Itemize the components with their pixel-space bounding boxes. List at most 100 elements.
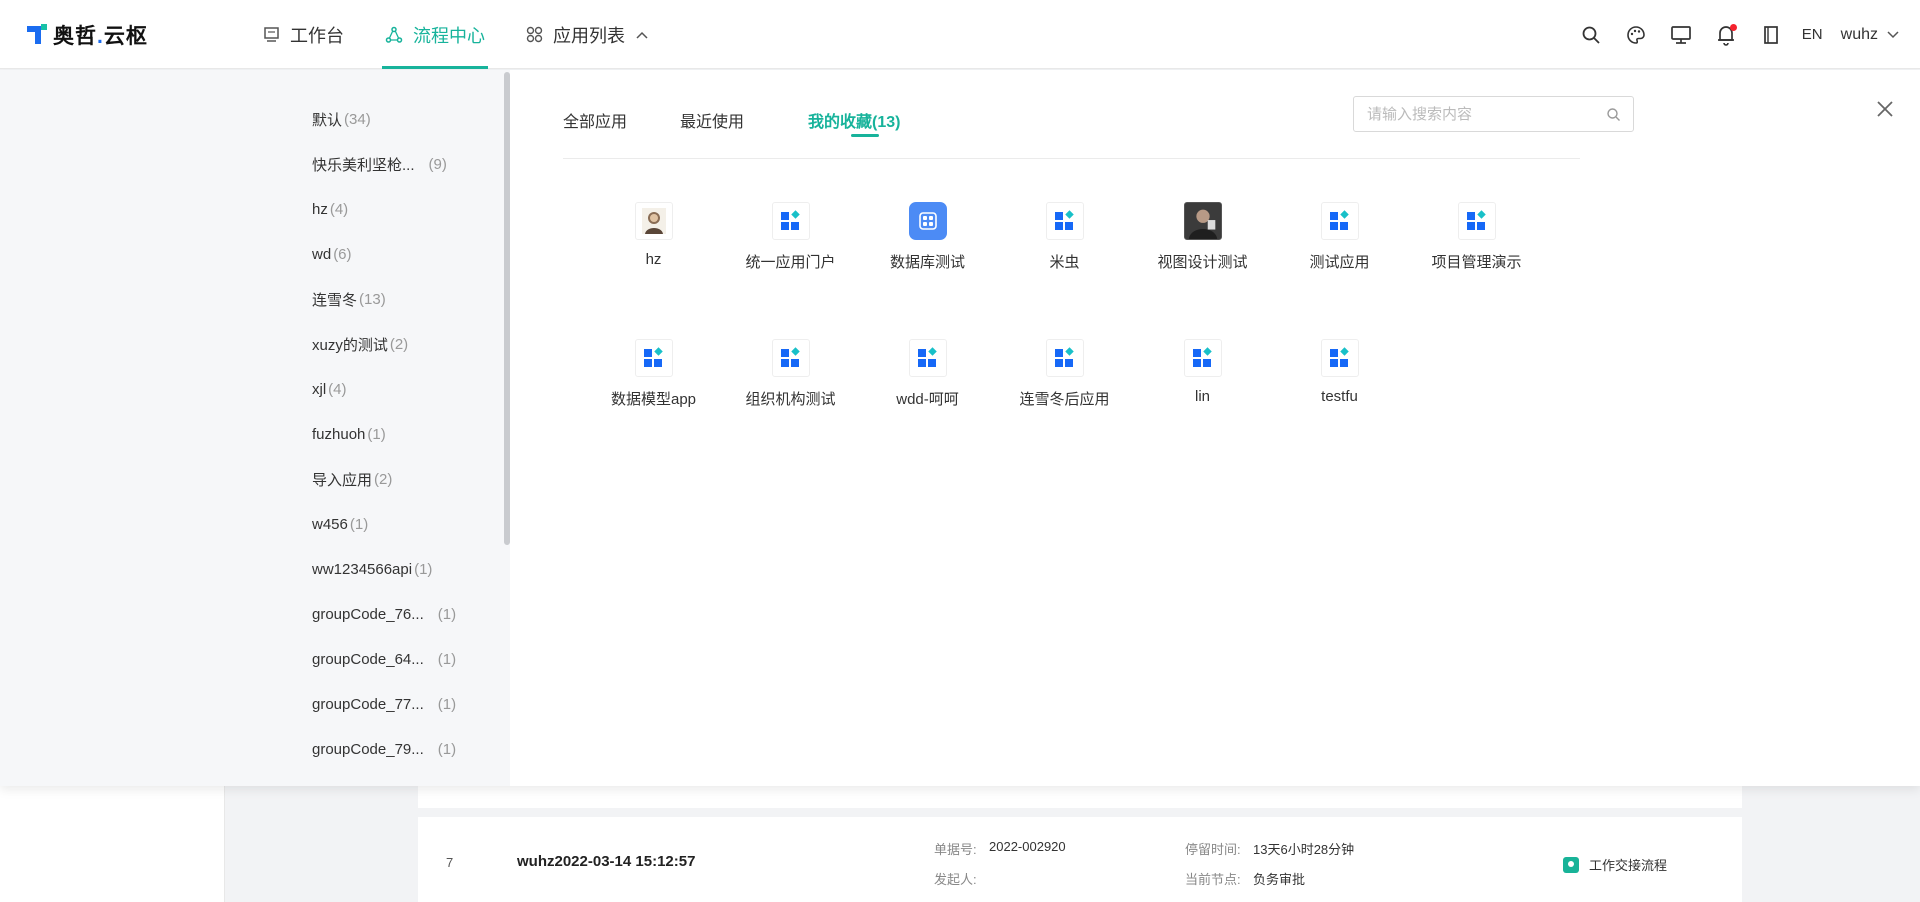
app-tile[interactable]: 统一应用门户 [722,202,859,302]
book-icon[interactable] [1749,15,1794,55]
app-tile[interactable]: 组织机构测试 [722,339,859,439]
flow-icon [385,26,403,44]
category-name: xjl [312,381,327,398]
app-tile[interactable]: 数据模型app [585,339,722,439]
nav-app-list[interactable]: 应用列表 [523,0,652,69]
search-icon[interactable] [1569,15,1614,55]
category-list: 默认 (34) 快乐美利坚枪... (9) hz (4) wd (6) 连雪冬 (13) xuzy的… [312,97,472,772]
category-item[interactable]: 连雪冬 (13) [312,277,472,322]
category-item[interactable]: wd (6) [312,232,472,277]
app-search [1353,96,1634,132]
close-icon[interactable] [1872,96,1898,122]
app-name: 统一应用门户 [745,254,836,271]
app-name: 米虫 [1049,254,1080,271]
monitor-icon [263,26,280,43]
search-icon[interactable] [1606,107,1621,127]
app-name: 数据模型app [610,391,697,408]
bell-icon[interactable] [1704,15,1749,55]
app-grid-icon [1457,202,1496,240]
category-item[interactable]: fuzhuoh (1) [312,412,472,457]
tab-recent[interactable]: 最近使用 [680,108,744,132]
logo-dot: . [97,25,104,48]
app-tile[interactable]: 测试应用 [1271,202,1408,302]
app-tile[interactable]: 数据库测试 [859,202,996,302]
category-count: (34) [344,111,371,128]
chevron-down-icon [1887,30,1899,38]
category-item[interactable]: xuzy的测试 (2) [312,322,472,367]
category-name: 连雪冬 [312,292,358,309]
category-item[interactable]: 快乐美利坚枪... (9) [312,142,472,187]
category-item[interactable]: xjl (4) [312,367,472,412]
app-name: wdd-呵呵 [896,391,959,408]
app-tile[interactable]: lin [1134,339,1271,439]
row-title[interactable]: wuhz2022-03-14 15:12:57 [517,853,695,870]
user-name: wuhz [1840,25,1878,43]
search-input[interactable] [1367,97,1597,131]
app-name: lin [1194,388,1210,405]
current-node-value: 负务审批 [1253,872,1306,887]
nav-workbench-label: 工作台 [290,25,344,46]
category-count: (1) [437,606,457,623]
category-count: (4) [329,201,349,218]
category-count: (1) [437,696,457,713]
category-name: hz [312,201,328,218]
user-menu[interactable]: wuhz [1841,26,1900,44]
photo-icon [1183,202,1222,240]
app-tile[interactable]: testfu [1271,339,1408,439]
category-name: w456 [312,516,348,533]
stay-time-label: 停留时间: [1185,842,1241,857]
background-sidebar [0,786,225,902]
palette-icon[interactable] [1614,15,1659,55]
language-switch[interactable]: EN [1802,26,1823,43]
table-row[interactable]: 7 wuhz2022-03-14 15:12:57 单据号: 2022-0029… [418,817,1742,902]
app-grid-icon [1320,202,1359,240]
category-item[interactable]: groupCode_64... (1) [312,637,472,682]
category-count: (1) [349,516,369,533]
category-count: (1) [437,651,457,668]
app-tile[interactable]: 米虫 [996,202,1133,302]
app-tile[interactable]: wdd-呵呵 [859,339,996,439]
nav-app-list-label: 应用列表 [553,25,625,46]
database-app-icon [908,202,947,240]
category-name: 默认 [312,112,343,129]
main-nav: 工作台 流程中心 应用列表 [260,0,687,69]
notification-dot [1729,23,1737,31]
stay-time-value: 13天6小时28分钟 [1253,842,1355,857]
app-tile[interactable]: 连雪冬后应用 [996,339,1133,439]
app-tile[interactable]: hz [585,202,722,302]
category-count: (2) [374,471,393,488]
nav-process-center[interactable]: 流程中心 [382,0,488,69]
category-item[interactable]: 导入应用 (2) [312,457,472,502]
nav-workbench[interactable]: 工作台 [260,0,347,69]
row-index: 7 [446,855,454,870]
app-grid-icon [908,339,947,377]
category-count: (13) [359,291,386,308]
portrait-icon [634,202,673,240]
app-grid-icon [1320,339,1359,377]
category-item[interactable]: w456 (1) [312,502,472,547]
screen-icon[interactable] [1659,15,1704,55]
category-item[interactable]: groupCode_76... (1) [312,592,472,637]
category-sidebar: 默认 (34) 快乐美利坚枪... (9) hz (4) wd (6) 连雪冬 (13) xuzy的… [0,70,510,786]
category-count: (6) [333,246,352,263]
app-name: testfu [1321,388,1358,405]
category-count: (1) [414,561,433,578]
app-tile[interactable]: 视图设计测试 [1134,202,1271,302]
category-name: 快乐美利坚枪... [312,157,415,174]
app-name: 数据库测试 [889,254,965,271]
category-item[interactable]: groupCode_77... (1) [312,682,472,727]
app-name: 项目管理演示 [1431,254,1522,271]
category-item[interactable]: 默认 (34) [312,97,472,142]
doc-number-label: 单据号: [934,842,977,857]
category-name: groupCode_77... [312,696,424,713]
app-list-dropdown: 默认 (34) 快乐美利坚枪... (9) hz (4) wd (6) 连雪冬 (13) xuzy的… [0,70,1920,786]
category-item[interactable]: groupCode_79... (1) [312,727,472,772]
app-tile[interactable]: 项目管理演示 [1408,202,1545,302]
app-name: 视图设计测试 [1157,254,1248,271]
tab-favorites[interactable]: 我的收藏(13) [808,108,900,132]
category-item[interactable]: hz (4) [312,187,472,232]
category-item[interactable]: ww1234566api (1) [312,547,472,592]
logo[interactable]: 奥哲.云枢 [27,20,148,50]
workflow-tag[interactable]: 工作交接流程 [1563,855,1667,874]
tab-all-apps[interactable]: 全部应用 [563,108,627,132]
